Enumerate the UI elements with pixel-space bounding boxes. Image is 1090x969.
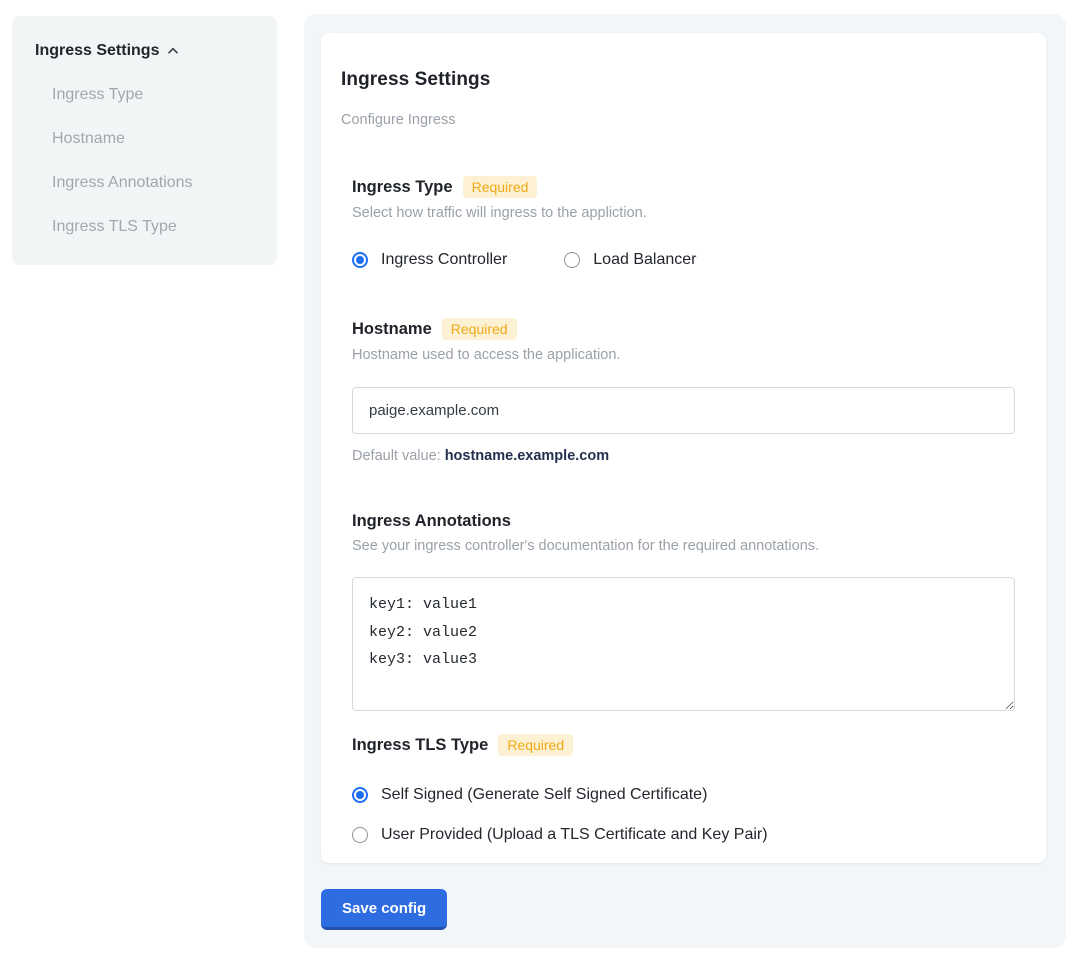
ingress-settings-card: Ingress Settings Configure Ingress Ingre… bbox=[321, 33, 1046, 863]
radio-option-load-balancer[interactable]: Load Balancer bbox=[564, 251, 696, 269]
radio-option-ingress-controller[interactable]: Ingress Controller bbox=[352, 251, 507, 269]
sidebar-section-title: Ingress Settings bbox=[35, 42, 159, 60]
sidebar-section-ingress-settings[interactable]: Ingress Settings bbox=[35, 42, 257, 60]
chevron-up-icon bbox=[166, 44, 180, 58]
save-config-button[interactable]: Save config bbox=[321, 889, 447, 930]
ingress-settings-panel: Ingress Settings Configure Ingress Ingre… bbox=[304, 14, 1066, 948]
ingress-type-label: Ingress Type bbox=[352, 178, 453, 197]
sidebar-item-ingress-type[interactable]: Ingress Type bbox=[52, 86, 257, 104]
hostname-description: Hostname used to access the application. bbox=[352, 347, 1018, 363]
radio-label: Ingress Controller bbox=[381, 251, 507, 269]
radio-label: Load Balancer bbox=[593, 251, 696, 269]
hostname-label: Hostname bbox=[352, 320, 432, 339]
required-badge: Required bbox=[442, 318, 517, 340]
required-badge: Required bbox=[498, 734, 573, 756]
hostname-default-line: Default value: hostname.example.com bbox=[352, 448, 1018, 464]
sidebar-item-hostname[interactable]: Hostname bbox=[52, 130, 257, 148]
ingress-settings-form: Ingress Type Required Select how traffic… bbox=[352, 176, 1018, 844]
ingress-annotations-textarea[interactable]: key1: value1 key2: value2 key3: value3 bbox=[352, 577, 1015, 711]
radio-option-self-signed[interactable]: Self Signed (Generate Self Signed Certif… bbox=[352, 786, 1018, 804]
default-value-label: Default value: bbox=[352, 448, 441, 464]
hostname-input[interactable] bbox=[352, 387, 1015, 434]
default-value-text: hostname.example.com bbox=[445, 448, 609, 464]
ingress-tls-type-label: Ingress TLS Type bbox=[352, 736, 488, 755]
sidebar-item-ingress-tls-type[interactable]: Ingress TLS Type bbox=[52, 218, 257, 236]
required-badge: Required bbox=[463, 176, 538, 198]
section-ingress-tls-type: Ingress TLS Type Required Self Signed (G… bbox=[352, 734, 1018, 844]
radio-option-user-provided[interactable]: User Provided (Upload a TLS Certificate … bbox=[352, 826, 1018, 844]
section-ingress-annotations: Ingress Annotations See your ingress con… bbox=[352, 512, 1018, 711]
radio-icon[interactable] bbox=[352, 787, 368, 803]
page-title: Ingress Settings bbox=[341, 69, 1018, 91]
ingress-annotations-description: See your ingress controller's documentat… bbox=[352, 538, 1018, 554]
page-subtitle: Configure Ingress bbox=[341, 112, 1018, 128]
ingress-annotations-label: Ingress Annotations bbox=[352, 512, 511, 531]
sidebar-item-ingress-annotations[interactable]: Ingress Annotations bbox=[52, 174, 257, 192]
section-ingress-type: Ingress Type Required Select how traffic… bbox=[352, 176, 1018, 269]
ingress-type-radio-group: Ingress Controller Load Balancer bbox=[352, 251, 1018, 269]
ingress-tls-type-radio-group: Self Signed (Generate Self Signed Certif… bbox=[352, 786, 1018, 844]
radio-icon[interactable] bbox=[352, 827, 368, 843]
radio-label: Self Signed (Generate Self Signed Certif… bbox=[381, 786, 707, 804]
settings-sidebar: Ingress Settings Ingress Type Hostname I… bbox=[12, 16, 277, 265]
section-hostname: Hostname Required Hostname used to acces… bbox=[352, 318, 1018, 464]
radio-icon[interactable] bbox=[352, 252, 368, 268]
radio-icon[interactable] bbox=[564, 252, 580, 268]
radio-label: User Provided (Upload a TLS Certificate … bbox=[381, 826, 768, 844]
sidebar-nav-list: Ingress Type Hostname Ingress Annotation… bbox=[35, 86, 257, 236]
ingress-type-description: Select how traffic will ingress to the a… bbox=[352, 205, 1018, 221]
